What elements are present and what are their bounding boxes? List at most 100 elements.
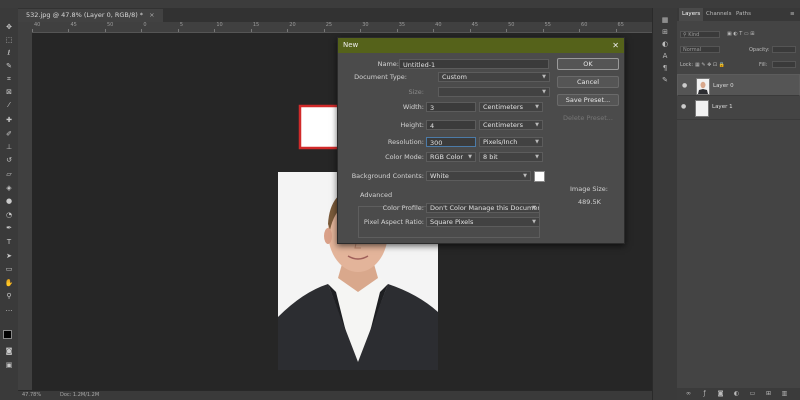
history-brush-tool-icon[interactable]: ↺ [3, 155, 15, 165]
type-tool-icon[interactable]: T [3, 237, 15, 247]
ruler-tick-mark [68, 29, 70, 32]
move-tool-icon[interactable]: ✥ [3, 22, 15, 32]
properties-panel-icon[interactable]: ⊞ [660, 28, 670, 37]
new-layer-icon[interactable]: ⊞ [765, 390, 772, 397]
zoom-tool-icon[interactable]: ⚲ [3, 291, 15, 301]
fill-field[interactable] [772, 61, 796, 68]
eraser-tool-icon[interactable]: ▱ [3, 169, 15, 179]
document-type-select[interactable]: Custom ▼ [438, 72, 550, 82]
layer-row-layer-1[interactable]: ● Layer 1 [677, 97, 800, 120]
resolution-unit-select[interactable]: Pixels/Inch ▼ [479, 137, 543, 147]
width-unit-value: Centimeters [483, 103, 523, 111]
name-field[interactable]: Untitled-1 [399, 59, 549, 69]
size-select[interactable]: ▼ [438, 87, 550, 97]
status-zoom[interactable]: 47.78% [22, 391, 41, 400]
dialog-title: New [343, 41, 359, 49]
kind-filter-select[interactable]: ⚲ Kind [680, 31, 720, 38]
frame-tool-icon[interactable]: ⊠ [3, 87, 15, 97]
app-menubar [0, 0, 800, 8]
ruler-tick-mark [433, 29, 435, 32]
chevron-down-icon: ▼ [535, 139, 539, 145]
eye-icon[interactable]: ● [681, 103, 686, 110]
height-unit-select[interactable]: Centimeters ▼ [479, 120, 543, 130]
paint-bucket-tool-icon[interactable]: ◈ [3, 183, 15, 193]
dodge-tool-icon[interactable]: ◔ [3, 210, 15, 220]
pixel-aspect-ratio-select[interactable]: Square Pixels ▼ [426, 217, 540, 227]
opacity-label: Opacity: [749, 47, 770, 53]
document-tab[interactable]: 532.jpg @ 47.8% (Layer 0, RGB/8) * × [18, 9, 163, 22]
ruler-tick-label: 5 [179, 22, 184, 28]
background-color-swatch[interactable] [534, 171, 545, 182]
new-document-dialog: New ✕ Name: Untitled-1 Document Type: Cu… [337, 37, 625, 244]
adjustment-layer-icon[interactable]: ◐ [733, 390, 740, 397]
pen-tool-icon[interactable]: ✒ [3, 223, 15, 233]
eyedropper-tool-icon[interactable]: ⁄ [3, 100, 15, 110]
height-unit-value: Centimeters [483, 121, 523, 129]
blend-mode-select[interactable]: Normal [680, 46, 720, 53]
chevron-down-icon: ▼ [532, 219, 536, 225]
ruler-tick-mark [250, 29, 252, 32]
tab-channels[interactable]: Channels [703, 8, 734, 21]
delete-preset-button[interactable]: Delete Preset... [557, 112, 619, 124]
trash-icon[interactable]: ▥ [781, 390, 788, 397]
lasso-tool-icon[interactable]: ℓ [3, 48, 15, 58]
lock-icons[interactable]: ▦ ✎ ✥ ⊡ 🔒 [695, 62, 725, 68]
bit-depth-value: 8 bit [483, 153, 498, 161]
character-panel-icon[interactable]: A [660, 52, 670, 61]
path-select-tool-icon[interactable]: ➤ [3, 251, 15, 261]
cancel-button[interactable]: Cancel [557, 76, 619, 88]
filter-icons[interactable]: ▣ ◐ T ▭ ⊞ [727, 31, 754, 37]
bit-depth-select[interactable]: 8 bit ▼ [479, 152, 543, 162]
chevron-down-icon: ▼ [535, 154, 539, 160]
close-icon[interactable]: ✕ [612, 38, 619, 53]
chevron-down-icon: ▼ [542, 89, 546, 95]
quick-mask-icon[interactable]: ◙ [3, 346, 15, 356]
brush-tool-icon[interactable]: ✐ [3, 129, 15, 139]
color-mode-select[interactable]: RGB Color ▼ [426, 152, 476, 162]
tab-layers[interactable]: Layers [679, 8, 704, 21]
quick-select-tool-icon[interactable]: ✎ [3, 61, 15, 71]
color-profile-select[interactable]: Don't Color Manage this Document ▼ [426, 203, 540, 213]
new-group-icon[interactable]: ▭ [749, 390, 756, 397]
lock-fill-row: Lock: ▦ ✎ ✥ ⊡ 🔒 Fill: [677, 60, 800, 70]
ruler-tick-mark [104, 29, 106, 32]
layers-panel-footer: ∞ ƒ ◙ ◐ ▭ ⊞ ▥ [677, 388, 800, 400]
brush-panel-icon[interactable]: ✎ [660, 76, 670, 85]
status-bar: 47.78% Doc: 1.2M/1.2M [0, 391, 652, 400]
width-unit-select[interactable]: Centimeters ▼ [479, 102, 543, 112]
hand-tool-icon[interactable]: ✋ [3, 278, 15, 288]
crop-tool-icon[interactable]: ⌗ [3, 74, 15, 84]
more-tools-icon[interactable]: … [3, 304, 15, 314]
chevron-down-icon: ▼ [532, 205, 536, 211]
layer-row-layer-0[interactable]: ● Layer 0 [677, 74, 800, 96]
panel-menu-icon[interactable]: ≡ [787, 8, 798, 21]
screen-mode-icon[interactable]: ▣ [3, 360, 15, 370]
ruler-tick-mark [469, 29, 471, 32]
add-mask-icon[interactable]: ◙ [717, 390, 724, 397]
close-tab-icon[interactable]: × [149, 11, 154, 19]
paragraph-panel-icon[interactable]: ¶ [660, 64, 670, 73]
adjustments-panel-icon[interactable]: ◐ [660, 40, 670, 49]
history-panel-icon[interactable]: ▦ [660, 16, 670, 25]
save-preset-button[interactable]: Save Preset... [557, 94, 619, 106]
tab-paths[interactable]: Paths [733, 8, 754, 21]
fx-icon[interactable]: ƒ [701, 390, 708, 397]
shape-tool-icon[interactable]: ▭ [3, 264, 15, 274]
color-mode-label: Color Mode: [385, 153, 424, 161]
ruler-tick-label: 35 [398, 22, 406, 28]
height-field[interactable]: 4 [426, 120, 476, 130]
background-contents-select[interactable]: White ▼ [426, 171, 531, 181]
resolution-field[interactable]: 300 [426, 137, 476, 147]
width-field[interactable]: 3 [426, 102, 476, 112]
dialog-title-bar[interactable]: New ✕ [338, 38, 624, 53]
foreground-color-swatch[interactable] [3, 330, 12, 339]
opacity-field[interactable] [772, 46, 796, 53]
healing-brush-tool-icon[interactable]: ✚ [3, 115, 15, 125]
ok-button[interactable]: OK [557, 58, 619, 70]
marquee-tool-icon[interactable]: ⬚ [3, 35, 15, 45]
blur-tool-icon[interactable]: ● [3, 196, 15, 206]
clone-stamp-tool-icon[interactable]: ⊥ [3, 142, 15, 152]
link-layers-icon[interactable]: ∞ [685, 390, 692, 397]
eye-icon[interactable]: ● [682, 81, 687, 90]
layers-panel: Layers Channels Paths ≡ ⚲ Kind ▣ ◐ T ▭ ⊞… [677, 8, 800, 400]
